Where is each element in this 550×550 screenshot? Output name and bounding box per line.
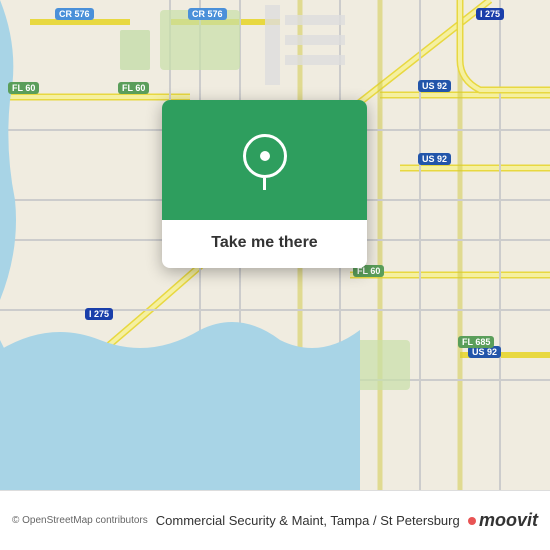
road-label-us92-1: US 92 (418, 80, 451, 92)
map-attribution: © OpenStreetMap contributors (12, 515, 148, 526)
road-label-cr576-1: CR 576 (55, 8, 94, 20)
moovit-dot (468, 517, 476, 525)
map-container: CR 576 CR 576 FL 60 FL 60 US 92 US 92 US… (0, 0, 550, 550)
road-label-us92-2: US 92 (418, 153, 451, 165)
pin-circle (243, 134, 287, 178)
popup-card: Take me there (162, 100, 367, 268)
pin-inner-dot (260, 151, 270, 161)
road-label-cr576-2: CR 576 (188, 8, 227, 20)
road-label-i275-top: I 275 (476, 8, 504, 20)
location-pin-icon (243, 134, 287, 186)
popup-body: Take me there (162, 220, 367, 268)
take-me-there-button[interactable]: Take me there (178, 232, 351, 254)
popup-header (162, 100, 367, 220)
road-label-i275-2: I 275 (85, 308, 113, 320)
road-label-fl60-1: FL 60 (8, 82, 39, 94)
bottom-bar: © OpenStreetMap contributors Commercial … (0, 490, 550, 550)
road-label-fl60-2: FL 60 (118, 82, 149, 94)
location-info: Commercial Security & Maint, Tampa / St … (156, 513, 468, 528)
road-label-fl685: FL 685 (458, 336, 494, 348)
pin-tail (263, 178, 266, 190)
moovit-wordmark: moovit (479, 510, 538, 531)
location-name: Commercial Security & Maint, Tampa / St … (156, 513, 460, 528)
moovit-logo: moovit (468, 510, 538, 531)
